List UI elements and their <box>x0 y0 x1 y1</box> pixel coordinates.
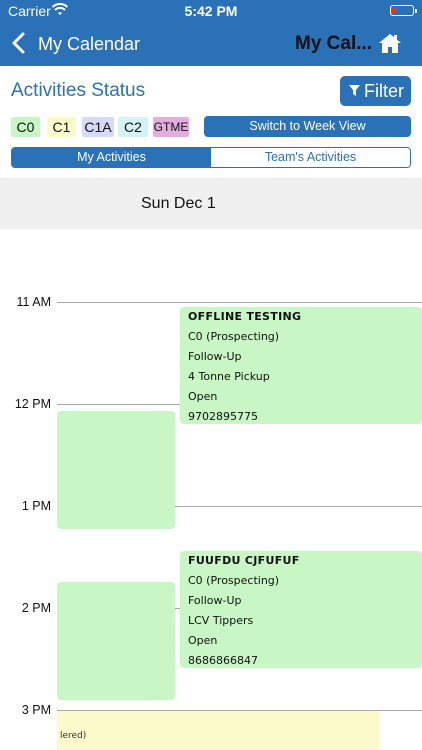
hour-label-2pm: 2 PM <box>21 601 51 615</box>
page-title: My Cal... <box>295 33 373 54</box>
battery-icon <box>390 5 417 16</box>
day-calendar[interactable]: 11 AM 12 PM 1 PM 2 PM 3 PM OFFLINE TESTI… <box>0 229 422 750</box>
event-phone: 9702895775 <box>188 410 258 423</box>
navigation-bar: My Calendar My Cal... <box>0 22 422 66</box>
event-category: C0 (Prospecting) <box>188 330 280 343</box>
event-status: Open <box>188 390 218 403</box>
filter-label: Filter <box>364 81 404 101</box>
status-bar: Carrier 5:42 PM <box>0 0 422 22</box>
event-type: Follow-Up <box>188 594 242 607</box>
back-button[interactable]: My Calendar <box>38 34 140 55</box>
tab-my-activities[interactable]: My Activities <box>12 148 211 167</box>
hour-label-12pm: 12 PM <box>14 397 51 411</box>
event-status: Open <box>188 634 218 647</box>
legend-c2: C2 <box>118 117 148 137</box>
event-category: C0 (Prospecting) <box>188 574 280 587</box>
event-product: LCV Tippers <box>188 614 254 627</box>
legend-c1a: C1A <box>82 117 114 137</box>
event-type: Follow-Up <box>188 350 242 363</box>
tab-teams-activities[interactable]: Team's Activities <box>211 148 410 167</box>
day-header: Sun Dec 1 <box>0 178 422 229</box>
activities-segmented-control: My Activities Team's Activities <box>11 147 411 168</box>
hour-label-3pm: 3 PM <box>21 703 51 717</box>
event-title: OFFLINE TESTING <box>188 310 302 323</box>
filter-icon <box>349 85 360 96</box>
filter-button[interactable]: Filter <box>340 76 411 106</box>
legend-c0: C0 <box>11 117 40 137</box>
legend-gtme: GTME <box>153 117 189 137</box>
activities-status-title: Activities Status <box>11 80 146 101</box>
hour-line <box>57 302 422 303</box>
event-title: FUUFDU CJFUFUF <box>188 554 300 567</box>
event-offline-testing[interactable]: OFFLINE TESTING C0 (Prospecting) Follow-… <box>180 307 422 424</box>
event-phone: 8686866847 <box>188 654 258 667</box>
event-product: 4 Tonne Pickup <box>188 370 270 383</box>
event-c1-partial[interactable]: lered) <box>57 711 379 750</box>
home-icon[interactable] <box>378 32 402 54</box>
hour-label-11am: 11 AM <box>16 295 51 309</box>
event-partial-text: lered) <box>60 731 87 741</box>
event-fuufdu-cjfufuf[interactable]: FUUFDU CJFUFUF C0 (Prospecting) Follow-U… <box>180 551 422 668</box>
hour-label-1pm: 1 PM <box>21 499 51 513</box>
event-block[interactable] <box>57 411 175 529</box>
clock: 5:42 PM <box>184 3 238 19</box>
day-label: Sun Dec 1 <box>141 195 216 212</box>
switch-to-week-view-button[interactable]: Switch to Week View <box>204 116 411 137</box>
legend-c1: C1 <box>47 117 76 137</box>
back-chevron-icon[interactable] <box>10 32 28 54</box>
event-block[interactable] <box>57 582 175 700</box>
